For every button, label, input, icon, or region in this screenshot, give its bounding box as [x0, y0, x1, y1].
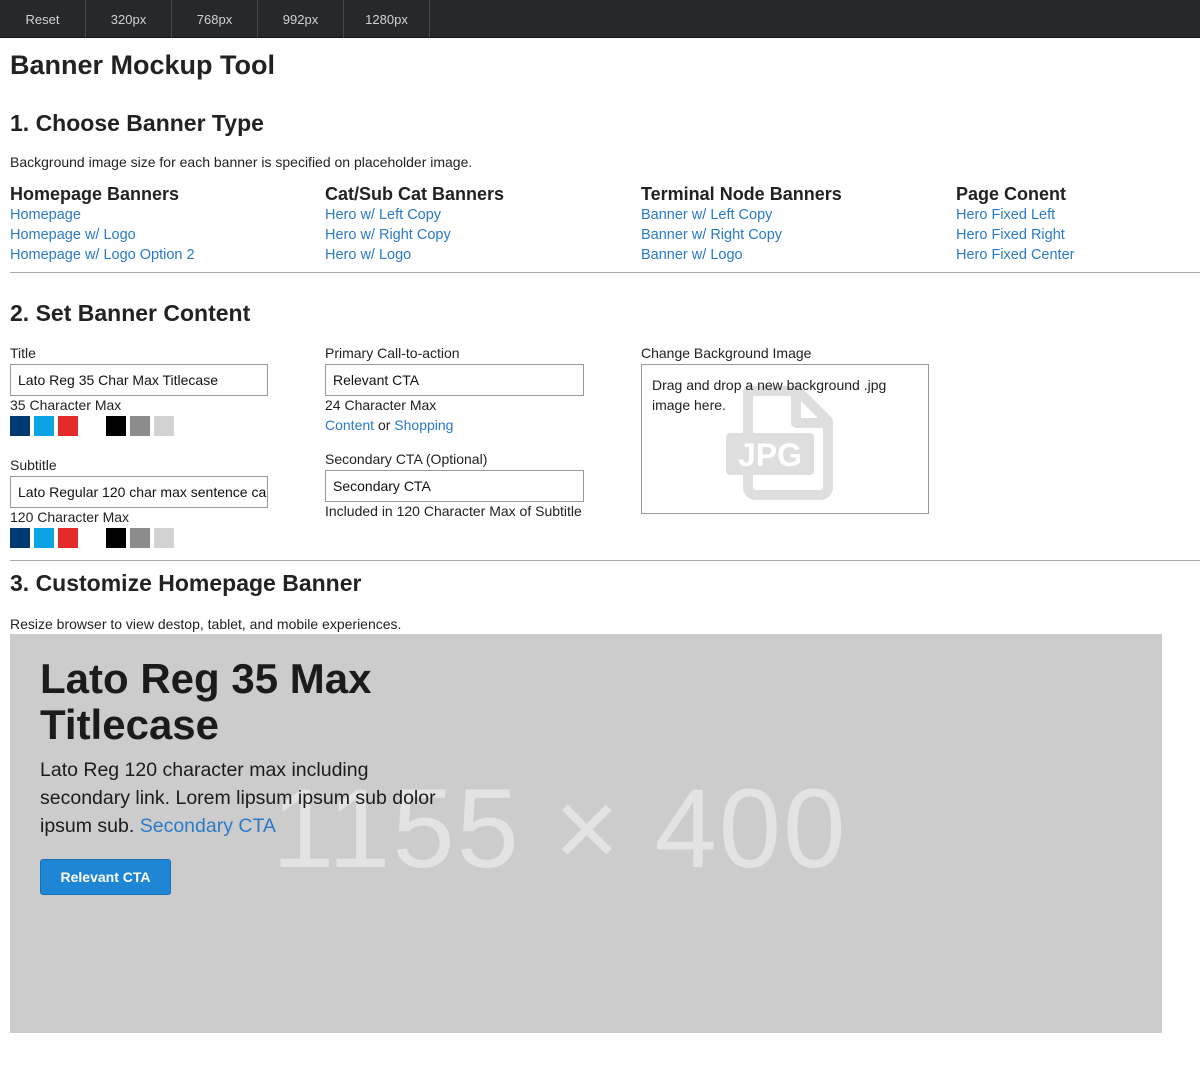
primary-cta-input[interactable]: Relevant CTA	[325, 364, 584, 396]
section-3-note: Resize browser to view destop, tablet, a…	[10, 616, 402, 632]
link-homepage-logo[interactable]: Homepage w/ Logo	[10, 227, 136, 243]
subtitle-color-swatch-red[interactable]	[58, 528, 78, 548]
title-color-swatch-gray[interactable]	[130, 416, 150, 436]
link-homepage-logo-option-2[interactable]: Homepage w/ Logo Option 2	[10, 247, 195, 263]
secondary-cta-hint: Included in 120 Character Max of Subtitl…	[325, 503, 582, 519]
banner-primary-cta-button[interactable]: Relevant CTA	[40, 859, 171, 895]
cta-type-shopping-link[interactable]: Shopping	[394, 417, 453, 433]
cta-type-content-link[interactable]: Content	[325, 417, 374, 433]
cta-type-or-text: or	[377, 417, 391, 433]
link-hero-right-copy[interactable]: Hero w/ Right Copy	[325, 227, 451, 243]
title-field-label: Title	[10, 345, 36, 361]
link-hero-fixed-right[interactable]: Hero Fixed Right	[956, 227, 1065, 243]
link-homepage[interactable]: Homepage	[10, 207, 81, 223]
cat-sub-cat-banners-heading: Cat/Sub Cat Banners	[325, 184, 505, 204]
background-dropzone[interactable]: Drag and drop a new background .jpg imag…	[641, 364, 929, 514]
title-color-swatch-light-gray[interactable]	[154, 416, 174, 436]
homepage-banners-heading: Homepage Banners	[10, 184, 180, 204]
banner-secondary-cta-link[interactable]: Secondary CTA	[140, 815, 276, 837]
section-2-title: 2. Set Banner Content	[10, 300, 251, 326]
cta-type-options: Content or Shopping	[325, 417, 453, 433]
subtitle-input[interactable]: Lato Regular 120 char max sentence ca	[10, 476, 268, 508]
section-3-title: 3. Customize Homepage Banner	[10, 570, 362, 596]
subtitle-color-swatch-cyan[interactable]	[34, 528, 54, 548]
banner-subtitle: Lato Reg 120 character max including sec…	[40, 756, 460, 840]
reset-button[interactable]: Reset	[0, 0, 86, 38]
section-divider	[10, 272, 1200, 273]
section-divider	[10, 560, 1200, 561]
viewport-1280-button[interactable]: 1280px	[344, 0, 430, 38]
primary-cta-char-hint: 24 Character Max	[325, 397, 437, 413]
viewport-toolbar: Reset 320px 768px 992px 1280px	[0, 0, 1200, 38]
subtitle-color-swatch-navy[interactable]	[10, 528, 30, 548]
title-color-swatch-red[interactable]	[58, 416, 78, 436]
viewport-320-button[interactable]: 320px	[86, 0, 172, 38]
banner-title: Lato Reg 35 Max Titlecase	[40, 655, 372, 748]
section-1-note: Background image size for each banner is…	[10, 154, 473, 170]
title-color-swatch-black[interactable]	[106, 416, 126, 436]
banner-preview: 1155 × 400 Lato Reg 35 Max Titlecase Lat…	[10, 634, 1162, 1033]
title-color-swatch-cyan[interactable]	[34, 416, 54, 436]
subtitle-field-label: Subtitle	[10, 457, 57, 473]
link-banner-left-copy[interactable]: Banner w/ Left Copy	[641, 207, 772, 223]
dropzone-text: Drag and drop a new background .jpg imag…	[652, 377, 887, 413]
secondary-cta-input[interactable]: Secondary CTA	[325, 470, 584, 502]
secondary-cta-label: Secondary CTA (Optional)	[325, 451, 488, 467]
subtitle-color-swatch-gray[interactable]	[130, 528, 150, 548]
link-hero-fixed-center[interactable]: Hero Fixed Center	[956, 247, 1074, 263]
page-content-heading: Page Conent	[956, 184, 1067, 204]
viewport-992-button[interactable]: 992px	[258, 0, 344, 38]
primary-cta-label: Primary Call-to-action	[325, 345, 460, 361]
title-char-hint: 35 Character Max	[10, 397, 122, 413]
link-hero-fixed-left[interactable]: Hero Fixed Left	[956, 207, 1055, 223]
subtitle-color-swatch-light-gray[interactable]	[154, 528, 174, 548]
subtitle-color-swatch-black[interactable]	[106, 528, 126, 548]
viewport-768-button[interactable]: 768px	[172, 0, 258, 38]
link-hero-left-copy[interactable]: Hero w/ Left Copy	[325, 207, 441, 223]
link-hero-logo[interactable]: Hero w/ Logo	[325, 247, 411, 263]
link-banner-right-copy[interactable]: Banner w/ Right Copy	[641, 227, 782, 243]
svg-text:JPG: JPG	[738, 437, 802, 473]
link-banner-logo[interactable]: Banner w/ Logo	[641, 247, 743, 263]
subtitle-char-hint: 120 Character Max	[10, 509, 130, 525]
background-image-label: Change Background Image	[641, 345, 812, 361]
title-color-swatch-navy[interactable]	[10, 416, 30, 436]
terminal-node-banners-heading: Terminal Node Banners	[641, 184, 842, 204]
title-input[interactable]: Lato Reg 35 Char Max Titlecase	[10, 364, 268, 396]
section-1-title: 1. Choose Banner Type	[10, 110, 264, 136]
page-title: Banner Mockup Tool	[10, 50, 276, 80]
